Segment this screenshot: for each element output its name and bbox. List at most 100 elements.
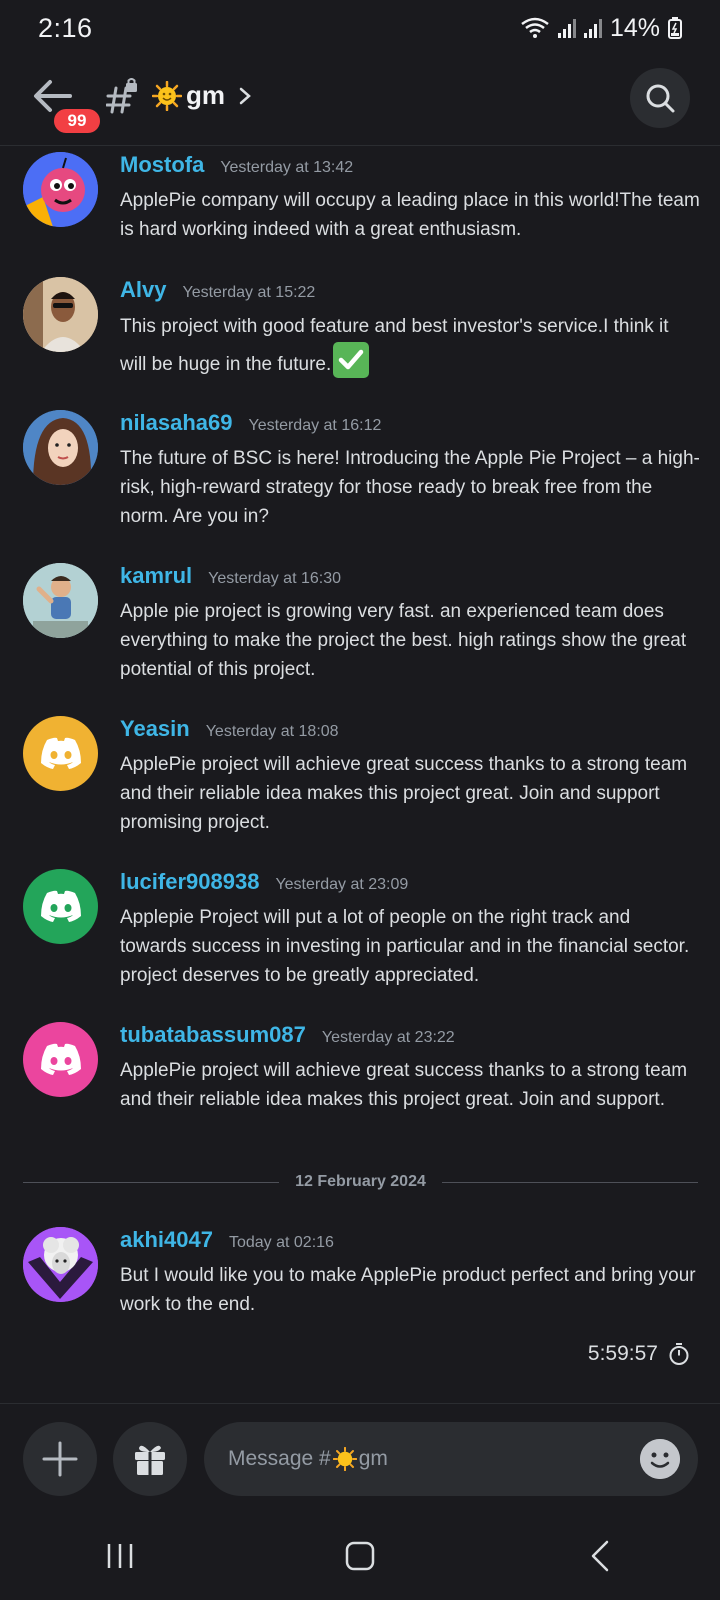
slowmode-countdown: 5:59:57 bbox=[587, 1342, 658, 1365]
message-text: Applepie Project will put a lot of peopl… bbox=[120, 907, 690, 986]
channel-header: 99 gm bbox=[0, 56, 720, 146]
avatar-photo bbox=[23, 563, 98, 638]
message-item[interactable]: Yeasin Yesterday at 18:08 ApplePie proje… bbox=[0, 716, 720, 836]
message-header: Alvy Yesterday at 15:22 bbox=[120, 277, 315, 303]
plus-icon bbox=[42, 1441, 78, 1477]
avatar[interactable] bbox=[23, 1227, 98, 1302]
avatar[interactable] bbox=[23, 1022, 98, 1097]
emoji-picker-button[interactable] bbox=[640, 1439, 680, 1479]
message-text: Apple pie project is growing very fast. … bbox=[120, 601, 687, 680]
battery-icon bbox=[668, 17, 682, 39]
discord-logo-icon bbox=[40, 890, 81, 922]
message-list[interactable]: Mostofa Yesterday at 13:42 ApplePie comp… bbox=[0, 147, 720, 1402]
date-divider: 12 February 2024 bbox=[23, 1172, 698, 1192]
avatar-illustration bbox=[23, 1227, 98, 1302]
sun-emoji-icon bbox=[332, 1447, 357, 1471]
author-name[interactable]: Alvy bbox=[120, 277, 166, 303]
discord-logo-icon bbox=[40, 737, 81, 769]
timestamp: Yesterday at 18:08 bbox=[205, 723, 339, 740]
timestamp: Yesterday at 15:22 bbox=[182, 284, 316, 301]
placeholder-channel: gm bbox=[358, 1447, 388, 1470]
message-item[interactable]: lucifer908938 Yesterday at 23:09 Applepi… bbox=[0, 869, 720, 989]
message-text-content: This project with good feature and best … bbox=[120, 316, 669, 375]
signal-icon-2 bbox=[583, 18, 602, 38]
author-name[interactable]: lucifer908938 bbox=[120, 869, 259, 895]
add-attachment-button[interactable] bbox=[23, 1422, 97, 1496]
back-chevron-icon bbox=[591, 1540, 609, 1572]
author-name[interactable]: nilasaha69 bbox=[120, 410, 233, 436]
message-item[interactable]: nilasaha69 Yesterday at 16:12 The future… bbox=[0, 410, 720, 530]
timestamp: Yesterday at 16:12 bbox=[248, 417, 382, 434]
message-header: Mostofa Yesterday at 13:42 bbox=[120, 152, 353, 178]
avatar[interactable] bbox=[23, 410, 98, 485]
message-item[interactable]: tubatabassum087 Yesterday at 23:22 Apple… bbox=[0, 1022, 720, 1142]
message-item[interactable]: akhi4047 Today at 02:16 But I would like… bbox=[0, 1227, 720, 1327]
divider-date: 12 February 2024 bbox=[295, 1173, 426, 1190]
divider-line bbox=[441, 1181, 698, 1183]
system-nav-bar bbox=[0, 1512, 720, 1600]
message-text: ApplePie company will occupy a leading p… bbox=[120, 190, 700, 240]
home-button[interactable] bbox=[320, 1526, 400, 1586]
slowmode-timer: 5:59:57 bbox=[588, 1342, 690, 1366]
channel-name: gm bbox=[186, 80, 225, 110]
timestamp: Yesterday at 16:30 bbox=[208, 570, 341, 587]
check-mark-emoji-icon bbox=[333, 342, 370, 378]
message-text: But I would like you to make ApplePie pr… bbox=[120, 1265, 696, 1315]
divider-line bbox=[23, 1181, 280, 1183]
message-item[interactable]: Alvy Yesterday at 15:22 This project wit… bbox=[0, 277, 720, 380]
recent-apps-button[interactable] bbox=[80, 1526, 160, 1586]
timestamp: Yesterday at 23:09 bbox=[275, 876, 409, 893]
message-composer: Message # gm bbox=[0, 1403, 720, 1511]
timestamp: Yesterday at 23:22 bbox=[321, 1029, 455, 1046]
avatar-illustration bbox=[23, 152, 98, 227]
recent-apps-icon bbox=[107, 1544, 133, 1568]
avatar-photo bbox=[23, 277, 98, 352]
avatar[interactable] bbox=[23, 869, 98, 944]
system-back-button[interactable] bbox=[560, 1526, 640, 1586]
message-text: ApplePie project will achieve great succ… bbox=[120, 754, 688, 833]
avatar-photo bbox=[23, 410, 98, 485]
message-item[interactable]: kamrul Yesterday at 16:30 Apple pie proj… bbox=[0, 563, 720, 683]
message-header: akhi4047 Today at 02:16 bbox=[120, 1227, 334, 1253]
chevron-right-icon bbox=[239, 87, 251, 104]
avatar[interactable] bbox=[23, 152, 98, 227]
message-text: ApplePie project will achieve great succ… bbox=[120, 1060, 688, 1110]
author-name[interactable]: Yeasin bbox=[120, 716, 190, 742]
status-icons: 14% bbox=[520, 14, 682, 43]
status-bar: 2:16 14% bbox=[0, 0, 720, 56]
message-text: The future of BSC is here! Introducing t… bbox=[120, 448, 700, 527]
message-item[interactable]: Mostofa Yesterday at 13:42 ApplePie comp… bbox=[0, 152, 720, 242]
status-time: 2:16 bbox=[38, 12, 93, 43]
smiley-icon bbox=[640, 1439, 680, 1479]
message-text: This project with good feature and best … bbox=[120, 311, 700, 380]
discord-logo-icon bbox=[40, 1043, 81, 1075]
author-name[interactable]: Mostofa bbox=[120, 152, 204, 178]
avatar[interactable] bbox=[23, 716, 98, 791]
message-header: nilasaha69 Yesterday at 16:12 bbox=[120, 410, 381, 436]
placeholder-prefix: Message # bbox=[228, 1447, 331, 1470]
home-icon bbox=[345, 1541, 375, 1571]
search-icon bbox=[646, 84, 675, 113]
gift-button[interactable] bbox=[113, 1422, 187, 1496]
gift-icon bbox=[135, 1445, 165, 1475]
wifi-icon bbox=[521, 17, 549, 38]
sun-emoji-icon bbox=[152, 80, 182, 111]
message-header: kamrul Yesterday at 16:30 bbox=[120, 563, 341, 589]
hash-locked-icon bbox=[106, 78, 137, 114]
avatar[interactable] bbox=[23, 277, 98, 352]
message-input-placeholder: Message # gm bbox=[228, 1447, 388, 1471]
channel-title[interactable]: gm bbox=[152, 80, 253, 111]
stopwatch-icon bbox=[669, 1343, 689, 1365]
timestamp: Today at 02:16 bbox=[228, 1234, 334, 1251]
author-name[interactable]: tubatabassum087 bbox=[120, 1022, 306, 1048]
avatar[interactable] bbox=[23, 563, 98, 638]
author-name[interactable]: kamrul bbox=[120, 563, 192, 589]
search-button[interactable] bbox=[630, 68, 690, 128]
message-input[interactable]: Message # gm bbox=[204, 1422, 698, 1496]
signal-icon bbox=[557, 18, 576, 38]
author-name[interactable]: akhi4047 bbox=[120, 1227, 213, 1253]
timestamp: Yesterday at 13:42 bbox=[220, 159, 354, 176]
message-header: Yeasin Yesterday at 18:08 bbox=[120, 716, 339, 742]
message-header: tubatabassum087 Yesterday at 23:22 bbox=[120, 1022, 455, 1048]
message-header: lucifer908938 Yesterday at 23:09 bbox=[120, 869, 408, 895]
